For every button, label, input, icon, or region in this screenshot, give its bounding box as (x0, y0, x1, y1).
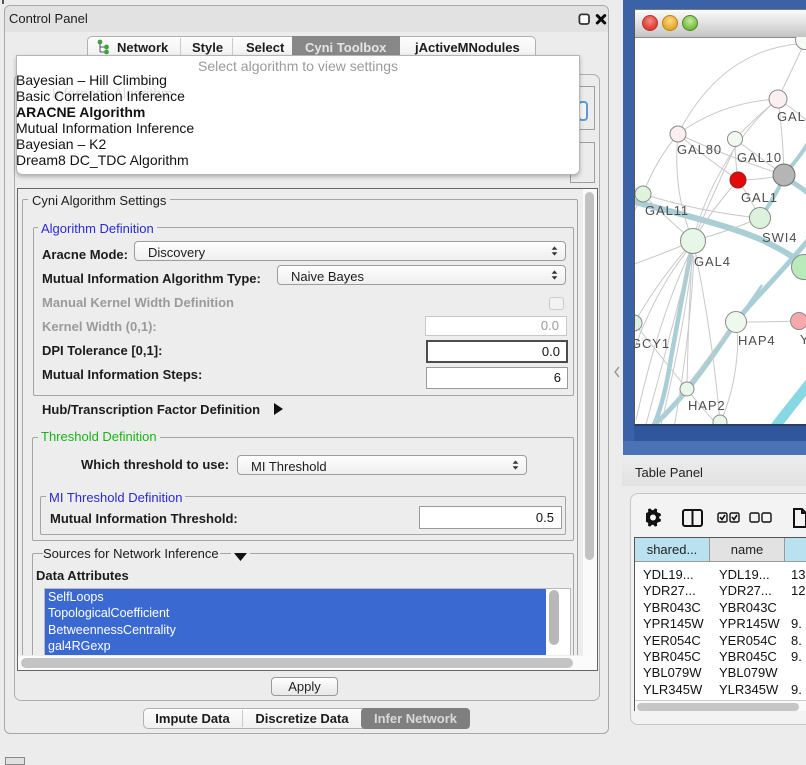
svg-text:GAL10: GAL10 (737, 150, 782, 165)
svg-text:GCY1: GCY1 (635, 336, 670, 351)
svg-text:HAP2: HAP2 (688, 398, 726, 413)
svg-text:GAL4: GAL4 (694, 254, 731, 269)
svg-text:SWI4: SWI4 (762, 230, 797, 245)
svg-text:GAL11: GAL11 (645, 203, 689, 218)
svg-text:GAL: GAL (777, 109, 806, 124)
svg-text:Y: Y (800, 332, 806, 347)
svg-text:HAP4: HAP4 (738, 333, 776, 348)
svg-text:GAL80: GAL80 (677, 142, 722, 157)
svg-text:GAL1: GAL1 (741, 190, 778, 205)
